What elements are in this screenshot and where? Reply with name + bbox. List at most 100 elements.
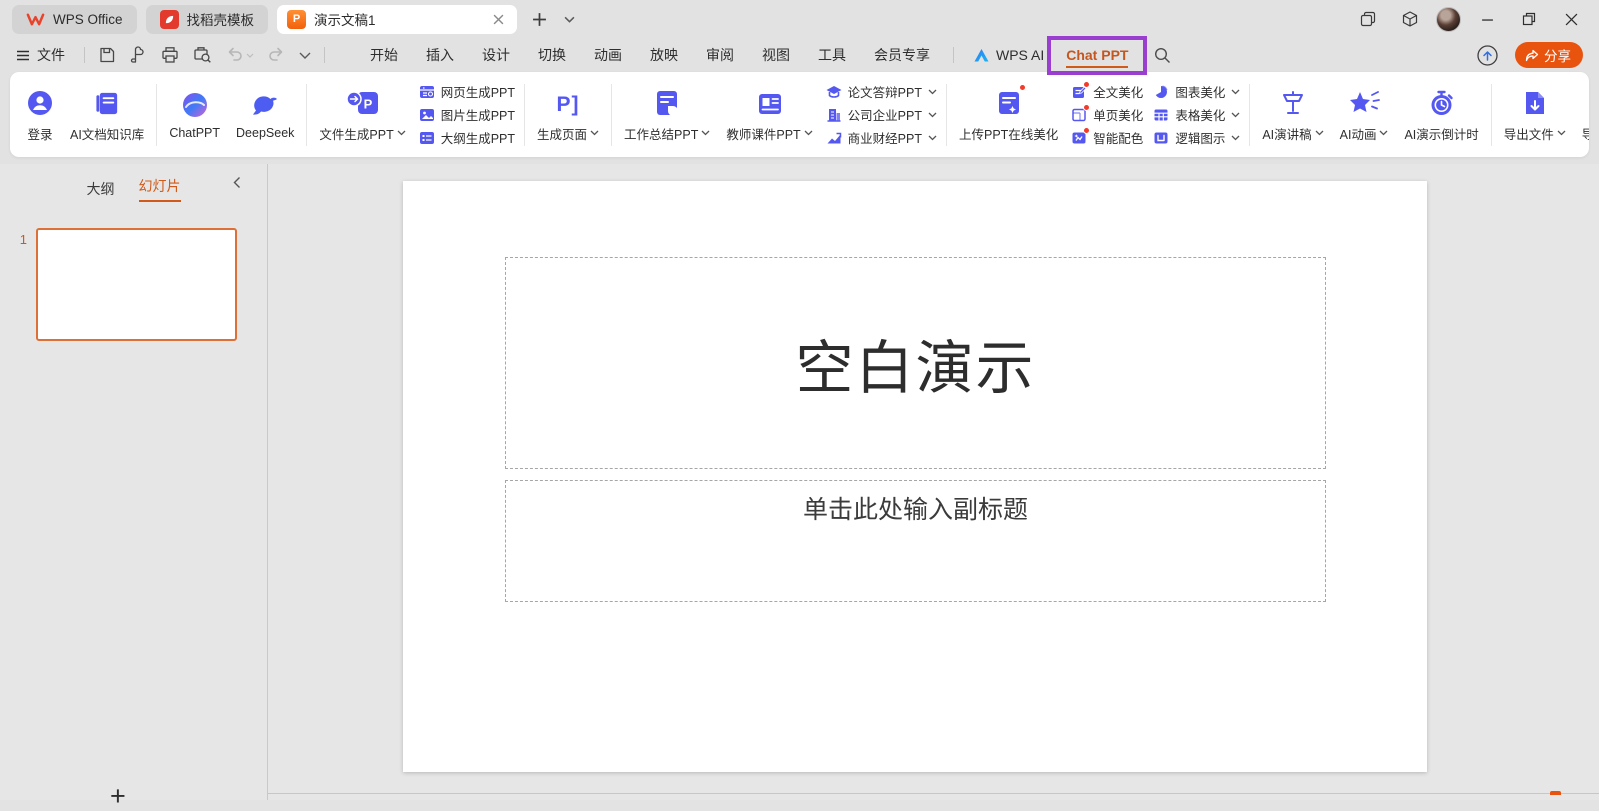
new-tab-button[interactable]: [526, 6, 552, 32]
smart-color-button[interactable]: 智能配色: [1071, 129, 1143, 147]
logic-diagram-button[interactable]: 逻辑图示: [1153, 129, 1240, 147]
chevron-down-icon: [928, 89, 937, 95]
export-web-button[interactable]: 导出为网页: [1577, 85, 1589, 145]
customize-toolbar-chevron-icon[interactable]: [299, 52, 311, 59]
subtitle-placeholder[interactable]: 单击此处输入副标题: [505, 480, 1326, 602]
teacher-courseware-ppt-button[interactable]: 教师课件PPT: [721, 85, 817, 145]
tab-slides-view[interactable]: 幻灯片: [139, 176, 181, 202]
group-ai-assistants: ChatPPT DeepSeek: [157, 87, 306, 142]
tab-review[interactable]: 审阅: [692, 40, 748, 70]
undo-button[interactable]: [226, 47, 254, 63]
file-menu[interactable]: 文件: [16, 45, 65, 65]
user-avatar[interactable]: [1436, 7, 1461, 32]
generate-page-button[interactable]: P] 生成页面: [532, 85, 604, 145]
export-file-button[interactable]: 导出文件: [1499, 85, 1571, 145]
tab-animation[interactable]: 动画: [580, 40, 636, 70]
cube-icon[interactable]: [1394, 4, 1426, 34]
star-sparkle-icon: [1348, 87, 1380, 117]
ai-countdown-button[interactable]: AI演示倒计时: [1399, 85, 1483, 145]
slide-panel: 大纲 幻灯片 1 +: [0, 164, 268, 800]
tab-design[interactable]: 设计: [468, 40, 524, 70]
ai-animation-button[interactable]: AI动画: [1335, 85, 1394, 145]
fit-indicator: [1550, 791, 1561, 795]
print-button[interactable]: [161, 46, 179, 64]
tab-view[interactable]: 视图: [748, 40, 804, 70]
tab-label: WPS Office: [53, 12, 123, 27]
web-to-ppt-button[interactable]: 网页生成PPT: [419, 83, 515, 101]
menubar-right-actions: 分享: [1476, 42, 1583, 68]
redo-button[interactable]: [268, 47, 285, 63]
single-page-beautify-button[interactable]: 单页美化: [1071, 106, 1143, 124]
login-button[interactable]: 登录: [21, 85, 59, 145]
multi-window-icon[interactable]: [1352, 4, 1384, 34]
tab-list-chevron-icon[interactable]: [556, 6, 582, 32]
print-preview-button[interactable]: [193, 46, 212, 64]
file-to-ppt-button[interactable]: P 文件生成PPT: [314, 85, 410, 145]
deepseek-button[interactable]: DeepSeek: [231, 87, 299, 142]
upload-ppt-beautify-button[interactable]: 上传PPT在线美化: [954, 85, 1063, 145]
tab-chat-ppt[interactable]: Chat PPT: [1054, 43, 1140, 67]
full-text-beautify-button[interactable]: 全文美化: [1071, 83, 1143, 101]
undo-chevron-icon: [246, 53, 254, 58]
ai-speech-button[interactable]: AI演讲稿: [1257, 85, 1328, 145]
docer-icon: [160, 10, 179, 29]
collapse-panel-chevron-icon[interactable]: [233, 176, 241, 189]
outline-to-ppt-icon: [419, 130, 435, 146]
tab-tools[interactable]: 工具: [804, 40, 860, 70]
cloud-upload-icon[interactable]: [1476, 44, 1499, 67]
ai-doc-library-button[interactable]: AI文档知识库: [65, 85, 149, 145]
close-window-button[interactable]: [1555, 4, 1587, 34]
slide-thumbnail[interactable]: [36, 228, 237, 341]
thesis-defense-ppt-button[interactable]: 论文答辩PPT: [826, 83, 937, 101]
chatppt-button[interactable]: ChatPPT: [164, 87, 225, 142]
web-to-ppt-label: 网页生成PPT: [441, 82, 515, 101]
generate-ppt-stack: 网页生成PPT 图片生成PPT 大纲生成PPT: [417, 83, 517, 147]
tab-insert[interactable]: 插入: [412, 40, 468, 70]
share-arrow-icon: [1525, 49, 1539, 62]
tab-home[interactable]: 开始: [356, 40, 412, 70]
save-button[interactable]: [98, 46, 116, 64]
work-summary-ppt-button[interactable]: 工作总结PPT: [619, 85, 715, 145]
output-pdf-button[interactable]: [130, 46, 147, 64]
tab-document[interactable]: P 演示文稿1: [277, 5, 517, 34]
smart-color-label: 智能配色: [1093, 128, 1143, 147]
slide-thumbnail-row: 1: [0, 228, 267, 341]
red-dot-badge: [1083, 81, 1090, 88]
single-page-beautify-icon: [1071, 107, 1087, 123]
window-controls: [1352, 4, 1587, 34]
company-enterprise-ppt-button[interactable]: 公司企业PPT: [826, 106, 937, 124]
share-button[interactable]: 分享: [1515, 42, 1583, 68]
divider: [953, 47, 954, 63]
add-slide-button[interactable]: +: [110, 783, 126, 810]
restore-button[interactable]: [1513, 4, 1545, 34]
image-to-ppt-button[interactable]: 图片生成PPT: [419, 106, 515, 124]
presentation-file-icon: P: [287, 10, 306, 29]
chevron-down-icon: [1379, 130, 1388, 136]
tab-transition[interactable]: 切换: [524, 40, 580, 70]
business-finance-ppt-button[interactable]: 商业财经PPT: [826, 129, 937, 147]
title-placeholder[interactable]: 空白演示: [505, 257, 1326, 469]
close-tab-icon[interactable]: [489, 10, 507, 28]
chevron-down-icon: [701, 130, 710, 136]
tab-slideshow[interactable]: 放映: [636, 40, 692, 70]
minimize-button[interactable]: [1471, 4, 1503, 34]
window-tab-bar: WPS Office 找稻壳模板 P 演示文稿1: [0, 0, 1599, 38]
image-to-ppt-icon: [419, 107, 435, 123]
tab-outline-view[interactable]: 大纲: [87, 179, 115, 199]
slide-canvas[interactable]: 空白演示 单击此处输入副标题: [403, 181, 1427, 772]
slide-panel-tabs: 大纲 幻灯片: [0, 164, 267, 202]
search-icon[interactable]: [1154, 47, 1171, 64]
menu-bar: 文件 开始 插入 设计 切换 动画 放映 审阅: [0, 38, 1599, 72]
chart-beautify-button[interactable]: 图表美化: [1153, 83, 1240, 101]
user-circle-icon: [26, 87, 54, 117]
tab-docer-templates[interactable]: 找稻壳模板: [146, 5, 269, 34]
notes-splitter[interactable]: [267, 793, 1599, 794]
tab-wps-office[interactable]: WPS Office: [12, 5, 137, 34]
tab-member[interactable]: 会员专享: [860, 40, 944, 70]
table-beautify-button[interactable]: 表格美化: [1153, 106, 1240, 124]
red-dot-badge: [1019, 84, 1026, 91]
outline-to-ppt-button[interactable]: 大纲生成PPT: [419, 129, 515, 147]
chevron-down-icon: [1315, 130, 1324, 136]
tab-wps-ai[interactable]: WPS AI: [963, 42, 1054, 68]
chevron-down-icon: [804, 130, 813, 136]
